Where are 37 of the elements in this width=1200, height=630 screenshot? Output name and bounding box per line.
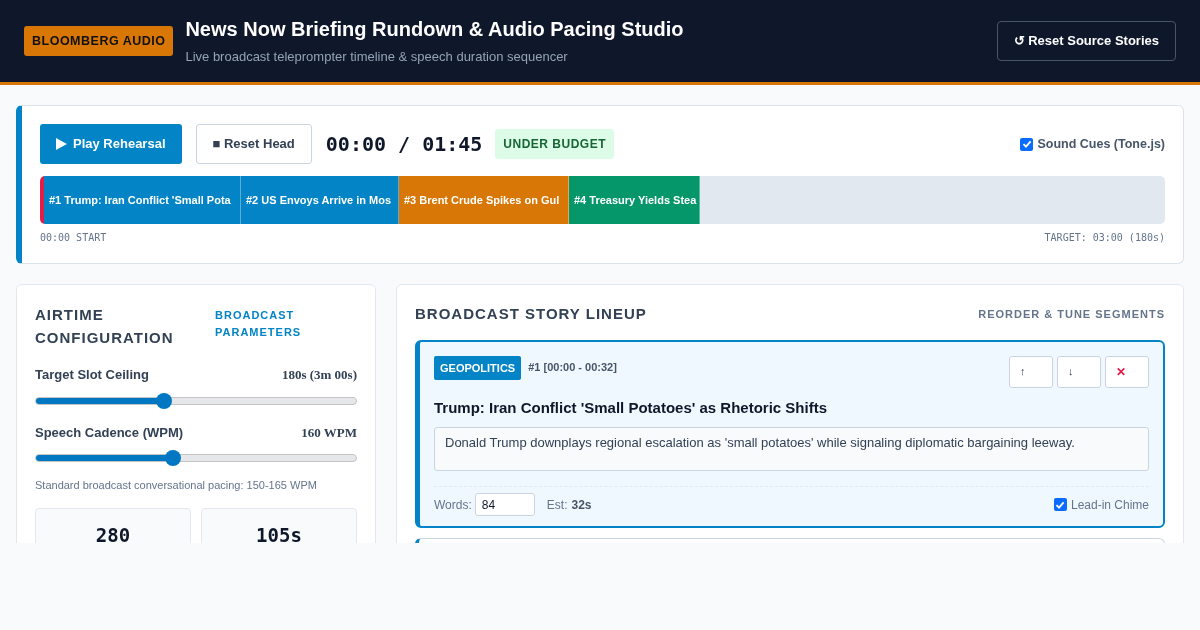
category-tag: GEOPOLITICS — [434, 355, 522, 380]
move-down-button[interactable]: ↓ — [1057, 355, 1101, 388]
brand-badge: BLOOMBERG AUDIO — [24, 25, 174, 57]
panel-tag: REORDER & TUNE SEGMENTS — [978, 306, 1165, 323]
budget-status: UNDER BUDGET — [495, 129, 614, 159]
timeline-target-label: TARGET: 03:00 (180s) — [1044, 231, 1165, 245]
reset-head-button[interactable]: ■ Reset Head — [195, 124, 312, 164]
timeline-segment[interactable]: #4 Treasury Yields Stea — [569, 176, 700, 224]
remove-button[interactable]: ✕ — [1105, 355, 1149, 388]
pacing-hint: Standard broadcast conversational pacing: 150-165 WPM — [35, 478, 318, 493]
reset-stories-button[interactable]: ↺ Reset Source Stories — [996, 21, 1176, 61]
words-label: Words: — [434, 496, 472, 514]
panel-title: AIRTIME CONFIGURATION — [35, 305, 175, 348]
slider-label: Speech Cadence (WPM) — [35, 423, 184, 442]
page-title: News Now Briefing Rundown & Audio Pacing Studio — [185, 16, 684, 42]
panel-title: BROADCAST STORY LINEUP — [415, 304, 647, 324]
slider-label: Target Slot Ceiling — [35, 366, 149, 384]
estimate-value: 32s — [571, 496, 592, 514]
chime-toggle[interactable]: Lead-in Chime — [1053, 495, 1149, 514]
sound-cues-toggle[interactable]: Sound Cues (Tone.js) — [1020, 134, 1165, 154]
summary-field[interactable]: Donald Trump downplays regional escalation as 'small potatoes' while signaling diplomatic bargaining leeway. — [434, 427, 1149, 471]
estimate-label: Est: — [546, 496, 568, 514]
stat-value: 105s — [256, 522, 302, 543]
panel-tag: BROADCAST PARAMETERS — [215, 303, 357, 341]
move-up-button[interactable]: ↑ — [1009, 355, 1053, 388]
page-subtitle: Live broadcast teleprompter timeline & speech duration sequencer — [185, 47, 569, 66]
play-button[interactable]: Play Rehearsal — [40, 124, 182, 164]
slider-reading: 180s (3m 00s) — [281, 366, 357, 384]
slider-reading: 160 WPM — [301, 423, 357, 442]
timeline-segment[interactable]: #1 Trump: Iran Conflict 'Small Pota — [44, 176, 241, 224]
words-field[interactable]: 84 — [474, 493, 535, 516]
timeline-start-label: 00:00 START — [40, 231, 107, 245]
story-headline: Trump: Iran Conflict 'Small Potatoes' as Rhetoric Shifts — [434, 397, 829, 418]
playback-clock: 00:00 / 01:45 — [325, 131, 483, 158]
timeline-segment[interactable]: #2 US Envoys Arrive in Mos — [241, 176, 399, 224]
stat-value: 280 — [95, 522, 131, 543]
story-slot: #1 [00:00 - 00:32] — [528, 358, 617, 375]
